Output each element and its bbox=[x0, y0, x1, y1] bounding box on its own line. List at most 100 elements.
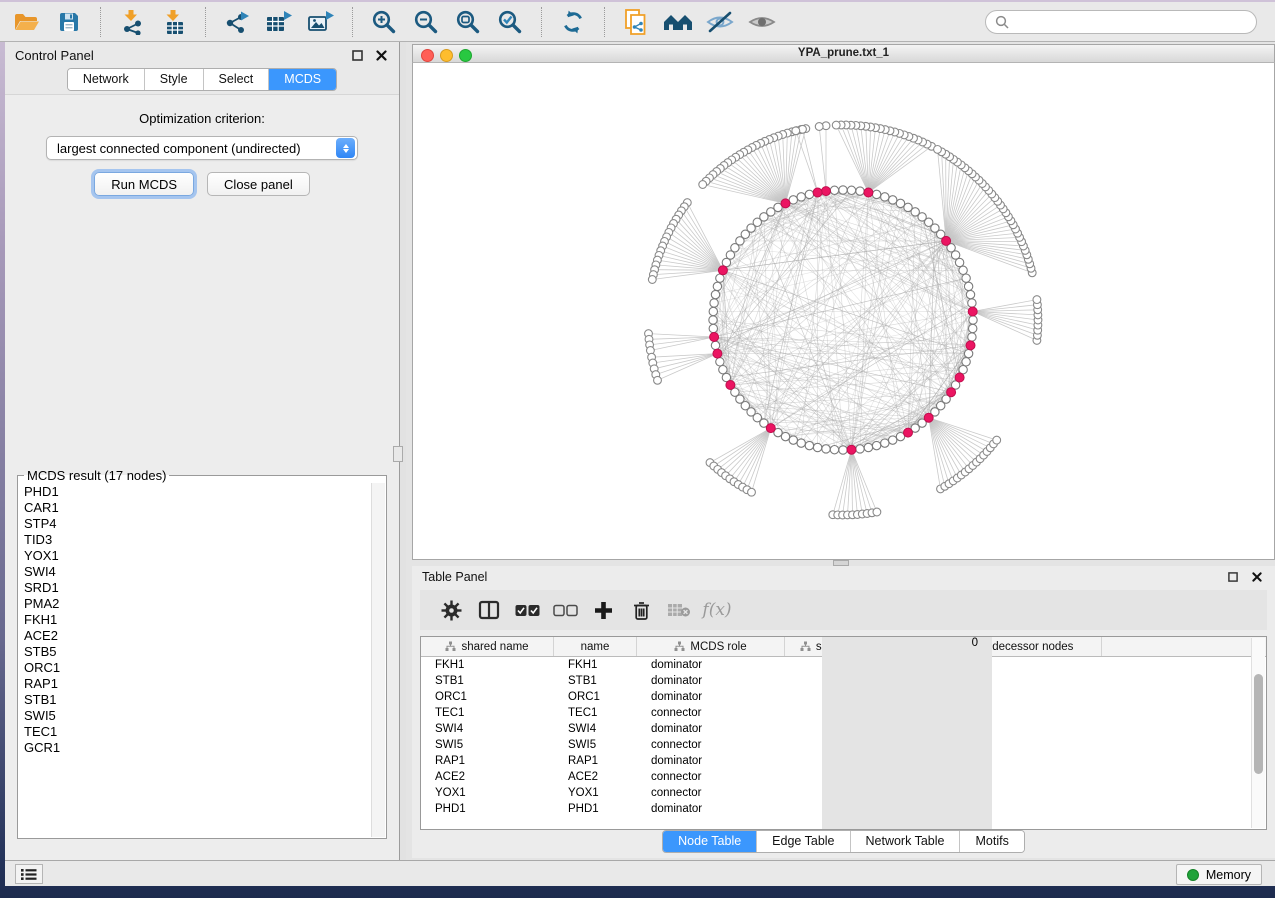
task-history-button[interactable] bbox=[15, 864, 43, 884]
zoom-in-button[interactable] bbox=[367, 6, 401, 38]
cell-name: SWI5 bbox=[554, 739, 637, 751]
zoom-fit-button[interactable] bbox=[451, 6, 485, 38]
table-tab-network-table[interactable]: Network Table bbox=[851, 831, 961, 852]
delete-column-button[interactable] bbox=[622, 595, 660, 625]
gear-icon bbox=[441, 600, 462, 621]
tab-select[interactable]: Select bbox=[204, 69, 270, 90]
copy-document-button[interactable] bbox=[619, 6, 653, 38]
export-network-button[interactable] bbox=[220, 6, 254, 38]
cell-name: RAP1 bbox=[554, 755, 637, 767]
table-scrollbar[interactable] bbox=[1251, 638, 1265, 828]
toolbar-separator bbox=[205, 7, 206, 37]
mcds-result-item[interactable]: GCR1 bbox=[24, 740, 372, 756]
run-mcds-button[interactable]: Run MCDS bbox=[94, 172, 194, 196]
hide-eye-button[interactable] bbox=[703, 6, 737, 38]
mcds-result-item[interactable]: RAP1 bbox=[24, 676, 372, 692]
mcds-result-item[interactable]: SRD1 bbox=[24, 580, 372, 596]
cell-mcds-role: dominator bbox=[637, 659, 785, 671]
search-input[interactable] bbox=[1015, 14, 1247, 30]
zoom-in-icon bbox=[371, 9, 397, 35]
zoom-out-icon bbox=[413, 9, 439, 35]
deselect-all-button[interactable] bbox=[546, 595, 584, 625]
import-network-button[interactable] bbox=[115, 6, 149, 38]
plus-icon bbox=[594, 601, 613, 620]
cell-name: YOX1 bbox=[554, 787, 637, 799]
save-button[interactable] bbox=[52, 6, 86, 38]
mcds-result-item[interactable]: PMA2 bbox=[24, 596, 372, 612]
home-pair-button[interactable] bbox=[661, 6, 695, 38]
toolbar-separator bbox=[541, 7, 542, 37]
home-pair-icon bbox=[663, 10, 693, 34]
mcds-result-item[interactable]: STB1 bbox=[24, 692, 372, 708]
column-header-mcds-role[interactable]: MCDS role bbox=[637, 637, 785, 656]
cell-shared-name: STB1 bbox=[421, 675, 554, 687]
table-tab-motifs[interactable]: Motifs bbox=[960, 831, 1023, 852]
control-tab-bar: NetworkStyleSelectMCDS bbox=[5, 68, 399, 95]
table-tab-bar: Node TableEdge TableNetwork TableMotifs bbox=[412, 830, 1275, 853]
column-header-name[interactable]: name bbox=[554, 637, 637, 656]
control-panel-title: Control Panel bbox=[15, 48, 94, 63]
criterion-select[interactable]: largest connected component (undirected) bbox=[46, 136, 358, 160]
scrollbar-thumb[interactable] bbox=[1254, 674, 1263, 774]
table-panel-title: Table Panel bbox=[422, 570, 487, 584]
table-panel: Table Panel bbox=[412, 566, 1275, 858]
table-tab-edge-table[interactable]: Edge Table bbox=[757, 831, 850, 852]
float-table-panel-button[interactable] bbox=[1225, 569, 1241, 585]
close-icon bbox=[1252, 572, 1262, 582]
tab-mcds[interactable]: MCDS bbox=[269, 69, 336, 90]
mcds-result-item[interactable]: ORC1 bbox=[24, 660, 372, 676]
import-table-button[interactable] bbox=[157, 6, 191, 38]
tab-network[interactable]: Network bbox=[68, 69, 145, 90]
result-scrollbar[interactable] bbox=[371, 483, 385, 837]
cell-shared-name: YOX1 bbox=[421, 787, 554, 799]
close-table-panel-button[interactable] bbox=[1249, 569, 1265, 585]
zoom-selected-button[interactable] bbox=[493, 6, 527, 38]
close-panel-action-button[interactable]: Close panel bbox=[207, 172, 310, 196]
export-table-button[interactable] bbox=[262, 6, 296, 38]
close-icon bbox=[376, 50, 387, 61]
open-folder-icon bbox=[13, 10, 41, 34]
table-row[interactable]: PHD1PHD1dominator180 bbox=[421, 801, 1266, 817]
show-columns-button[interactable] bbox=[470, 595, 508, 625]
table-settings-button[interactable] bbox=[432, 595, 470, 625]
network-canvas[interactable] bbox=[412, 63, 1275, 560]
tab-style[interactable]: Style bbox=[145, 69, 204, 90]
mcds-result-item[interactable]: STP4 bbox=[24, 516, 372, 532]
mcds-result-item[interactable]: SWI4 bbox=[24, 564, 372, 580]
cell-mcds-role: connector bbox=[637, 771, 785, 783]
add-column-button[interactable] bbox=[584, 595, 622, 625]
cell-mcds-role: connector bbox=[637, 707, 785, 719]
select-all-button[interactable] bbox=[508, 595, 546, 625]
network-graph[interactable] bbox=[413, 63, 1274, 558]
mcds-result-item[interactable]: TID3 bbox=[24, 532, 372, 548]
memory-button[interactable]: Memory bbox=[1176, 864, 1262, 885]
mcds-result-item[interactable]: TEC1 bbox=[24, 724, 372, 740]
table-tab-node-table[interactable]: Node Table bbox=[663, 831, 757, 852]
mcds-result-item[interactable]: CAR1 bbox=[24, 500, 372, 516]
table-toolbar: f(x) bbox=[420, 590, 1267, 630]
mcds-result-list[interactable]: PHD1CAR1STP4TID3YOX1SWI4SRD1PMA2FKH1ACE2… bbox=[19, 483, 372, 837]
select-stepper-icon bbox=[336, 138, 355, 158]
panel-splitter-grip[interactable] bbox=[393, 446, 403, 462]
mcds-result-item[interactable]: FKH1 bbox=[24, 612, 372, 628]
close-panel-button[interactable] bbox=[373, 47, 389, 63]
mcds-result-item[interactable]: STB5 bbox=[24, 644, 372, 660]
mcds-result-item[interactable]: PHD1 bbox=[24, 484, 372, 500]
control-panel: Control Panel NetworkStyleSelectMCDS Opt… bbox=[5, 42, 400, 860]
float-panel-button[interactable] bbox=[349, 47, 365, 63]
search-icon bbox=[995, 15, 1009, 29]
mcds-result-item[interactable]: YOX1 bbox=[24, 548, 372, 564]
open-file-button[interactable] bbox=[10, 6, 44, 38]
refresh-button[interactable] bbox=[556, 6, 590, 38]
memory-label: Memory bbox=[1206, 868, 1251, 882]
network-title-bar: YPA_prune.txt_1 bbox=[412, 44, 1275, 63]
export-table-icon bbox=[265, 9, 293, 35]
zoom-out-button[interactable] bbox=[409, 6, 443, 38]
export-image-button[interactable] bbox=[304, 6, 338, 38]
column-header-shared-name[interactable]: shared name bbox=[421, 637, 554, 656]
mcds-result-item[interactable]: ACE2 bbox=[24, 628, 372, 644]
optimization-label: Optimization criterion: bbox=[5, 111, 399, 126]
show-eye-button[interactable] bbox=[745, 6, 779, 38]
cell-shared-name: SWI5 bbox=[421, 739, 554, 751]
mcds-result-item[interactable]: SWI5 bbox=[24, 708, 372, 724]
